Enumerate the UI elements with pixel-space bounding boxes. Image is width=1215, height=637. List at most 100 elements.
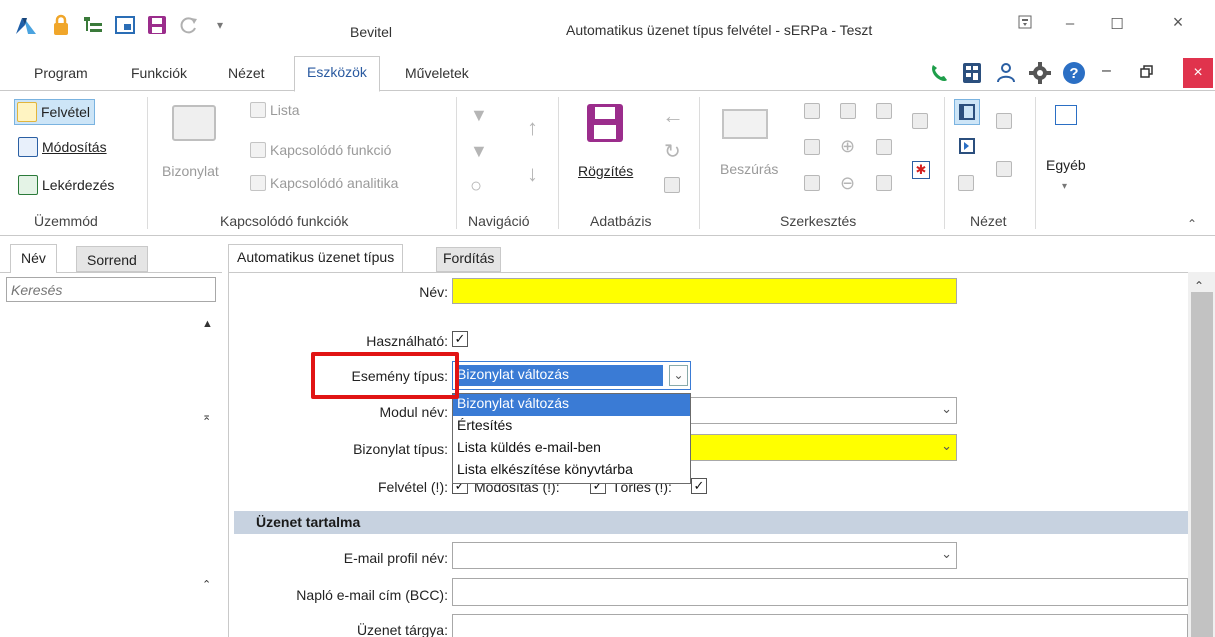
chevron-down-icon: ⌄	[941, 438, 952, 453]
group-label-uzemmod: Üzemmód	[34, 213, 98, 229]
sort-asc-icon[interactable]	[996, 113, 1012, 129]
kapcsolodo-analitika-button[interactable]: Kapcsolódó analitika	[250, 175, 398, 191]
list-icon	[250, 102, 266, 118]
filter-clear-icon[interactable]: ▼	[470, 141, 488, 162]
tab-automatikus-uzenet-tipus[interactable]: Automatikus üzenet típus	[228, 244, 404, 272]
phone-icon[interactable]	[928, 62, 950, 87]
tab-sorrend[interactable]: Sorrend	[76, 246, 148, 272]
dropdown-option[interactable]: Bizonylat változás	[453, 394, 690, 416]
calculator-icon[interactable]	[961, 61, 983, 88]
ribbon-collapse-icon[interactable]: ⌃	[1187, 217, 1197, 231]
search-input[interactable]	[6, 277, 216, 302]
menu-tab-muveletek[interactable]: Műveletek	[405, 65, 469, 81]
hasznalhato-label: Használható:	[366, 333, 448, 349]
form-view-icon[interactable]	[112, 12, 138, 38]
arrow-down-icon[interactable]: ↓	[527, 161, 538, 187]
users-icon[interactable]	[994, 61, 1018, 88]
move-top-icon[interactable]	[804, 103, 820, 119]
scrollbar-thumb[interactable]	[1191, 292, 1213, 637]
torles-checkbox[interactable]: ✓	[691, 478, 707, 494]
beszuras-button[interactable]: Beszúrás	[720, 161, 778, 177]
tree-view-icon[interactable]	[80, 12, 106, 38]
collapse-icon[interactable]: ⌅	[202, 410, 211, 423]
lista-button[interactable]: Lista	[250, 102, 300, 118]
panel-toggle-button[interactable]	[954, 99, 980, 125]
menu-tab-eszkozok[interactable]: Eszközök	[294, 56, 380, 92]
lekerdezes-button[interactable]: Lekérdezés	[18, 175, 114, 195]
section-header: Üzenet tartalma	[234, 511, 1188, 534]
felvetel-button[interactable]: Felvétel	[14, 99, 96, 125]
modositas-button[interactable]: Módosítás	[18, 137, 107, 157]
search-icon[interactable]: ○	[470, 175, 482, 198]
scroll-up-icon[interactable]: ▲	[202, 318, 213, 330]
refresh-icon[interactable]	[176, 12, 202, 38]
move-down-icon[interactable]	[804, 139, 820, 155]
uzenet-targya-label: Üzenet tárgya:	[356, 622, 448, 637]
nev-input[interactable]	[452, 278, 957, 304]
insert-icon	[722, 109, 768, 139]
query-icon	[18, 175, 38, 195]
circle-up-icon[interactable]: ⊕	[840, 136, 855, 157]
highlight-box	[311, 352, 459, 399]
egyeb-dropdown-icon[interactable]: ▾	[1062, 181, 1067, 192]
menu-tab-funkciok[interactable]: Funkciók	[131, 65, 187, 81]
filter-icon[interactable]: ▼	[470, 105, 488, 126]
gear-icon[interactable]	[1028, 61, 1052, 88]
kapcsolodo-funkcio-button[interactable]: Kapcsolódó funkció	[250, 142, 391, 158]
rogzites-button[interactable]: Rögzítés	[578, 163, 633, 179]
menu-tab-program[interactable]: Program	[34, 65, 88, 81]
edit-icon	[18, 137, 38, 157]
close-window-icon[interactable]: ×	[1163, 12, 1193, 32]
ribbon-display-icon[interactable]	[1010, 15, 1040, 35]
lock-icon[interactable]	[48, 12, 74, 38]
sort-desc-icon[interactable]	[996, 161, 1012, 177]
email-profil-select[interactable]: ⌄	[452, 542, 957, 569]
inner-minimize-icon[interactable]: –	[1102, 62, 1111, 80]
ribbon-separator	[944, 97, 945, 229]
save-icon[interactable]	[144, 12, 170, 38]
duplicate-icon[interactable]	[876, 175, 892, 191]
quick-access-dropdown-icon[interactable]: ▾	[212, 12, 228, 38]
left-panel: ▲ ⌅ ⌃	[0, 272, 222, 637]
undo-icon[interactable]: ↻	[664, 139, 681, 164]
clear-icon[interactable]	[804, 175, 820, 191]
minimize-window-icon[interactable]: –	[1055, 15, 1085, 35]
chevron-down-icon[interactable]: ⌄	[669, 365, 688, 386]
arrow-up-icon[interactable]: ↑	[527, 115, 538, 141]
panel-layout-icon	[959, 104, 975, 120]
uzenet-targya-input[interactable]	[452, 614, 1188, 637]
bizonylat-button[interactable]: Bizonylat	[162, 163, 219, 179]
maximize-window-icon[interactable]: ☐	[1102, 15, 1132, 35]
email-profil-label: E-mail profil név:	[343, 550, 448, 566]
circle-down-icon[interactable]: ⊖	[840, 173, 855, 194]
db-tool-icon[interactable]	[664, 177, 680, 193]
related-analytics-icon	[250, 175, 266, 191]
naplo-email-input[interactable]	[452, 578, 1188, 606]
menu-tab-nezet[interactable]: Nézet	[228, 65, 265, 81]
dropdown-option[interactable]: Lista küldés e-mail-ben	[453, 438, 690, 460]
egyeb-button[interactable]: Egyéb	[1046, 157, 1086, 173]
tab-nev[interactable]: Név	[10, 244, 57, 273]
group-label-kapcsolodo: Kapcsolódó funkciók	[220, 213, 349, 229]
delete-row-icon[interactable]	[840, 103, 856, 119]
dropdown-option[interactable]: Értesítés	[453, 416, 690, 438]
copy-icon[interactable]	[876, 139, 892, 155]
inner-restore-icon[interactable]	[1140, 64, 1154, 81]
help-icon[interactable]: ?	[1062, 61, 1086, 88]
back-arrow-icon[interactable]: ←	[662, 103, 684, 129]
felvetel-label: Felvétel (!):	[377, 479, 448, 495]
paste-icon[interactable]	[912, 113, 928, 129]
grid-icon[interactable]	[958, 175, 974, 191]
group-label-szerkesztes: Szerkesztés	[780, 213, 857, 229]
special-char-icon[interactable]: ✱	[912, 161, 930, 179]
dropdown-option[interactable]: Lista elkészítése könyvtárba	[453, 460, 690, 482]
exit-icon[interactable]	[958, 137, 976, 158]
svg-text:?: ?	[1069, 65, 1078, 82]
inner-close-icon[interactable]: ×	[1183, 58, 1213, 88]
hasznalhato-checkbox[interactable]: ✓	[452, 331, 468, 347]
egyeb-icon	[1055, 105, 1077, 125]
calendar-icon[interactable]	[876, 103, 892, 119]
tab-forditas[interactable]: Fordítás	[436, 247, 502, 272]
expand-icon[interactable]: ⌃	[202, 578, 211, 591]
scroll-up-arrow-icon[interactable]: ⌃	[1194, 279, 1204, 293]
